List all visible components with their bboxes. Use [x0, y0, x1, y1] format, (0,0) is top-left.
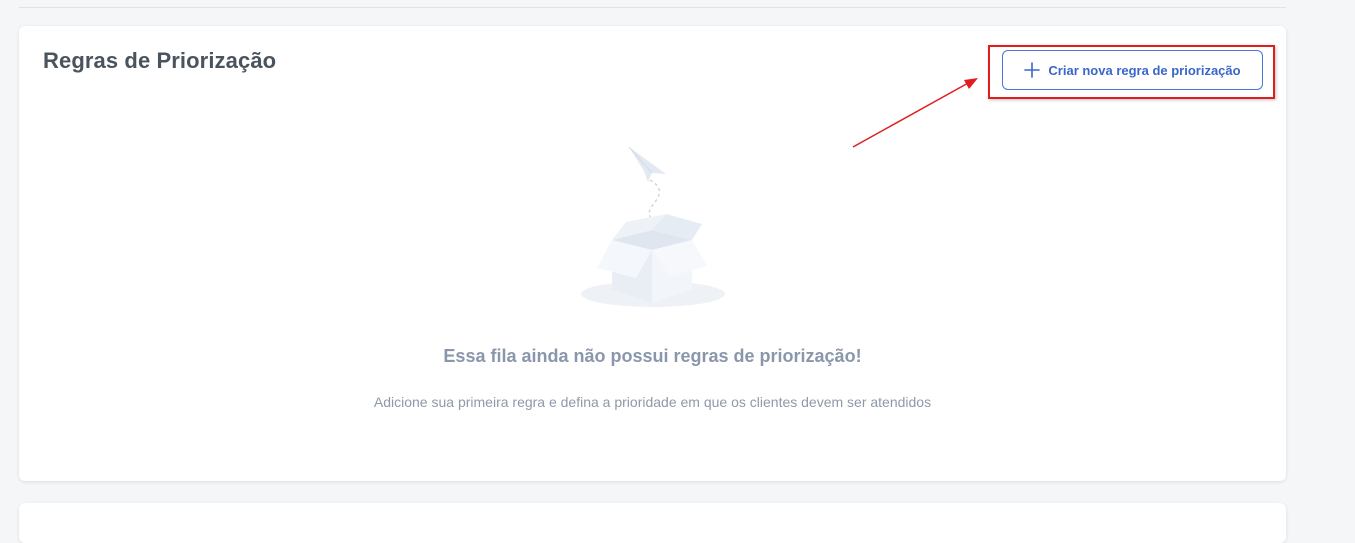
empty-box-icon	[574, 144, 734, 312]
prioritization-rules-card: Regras de Priorização Criar nova regra d…	[19, 26, 1286, 481]
empty-state-subtitle: Adicione sua primeira regra e defina a p…	[373, 394, 932, 410]
annotation-arrow	[852, 78, 978, 148]
page-title: Regras de Priorização	[43, 48, 277, 73]
empty-state-title: Essa fila ainda não possui regras de pri…	[443, 346, 862, 366]
previous-card-edge	[19, 0, 1286, 8]
next-card-edge	[19, 503, 1286, 543]
annotation-highlight-box	[988, 45, 1275, 99]
